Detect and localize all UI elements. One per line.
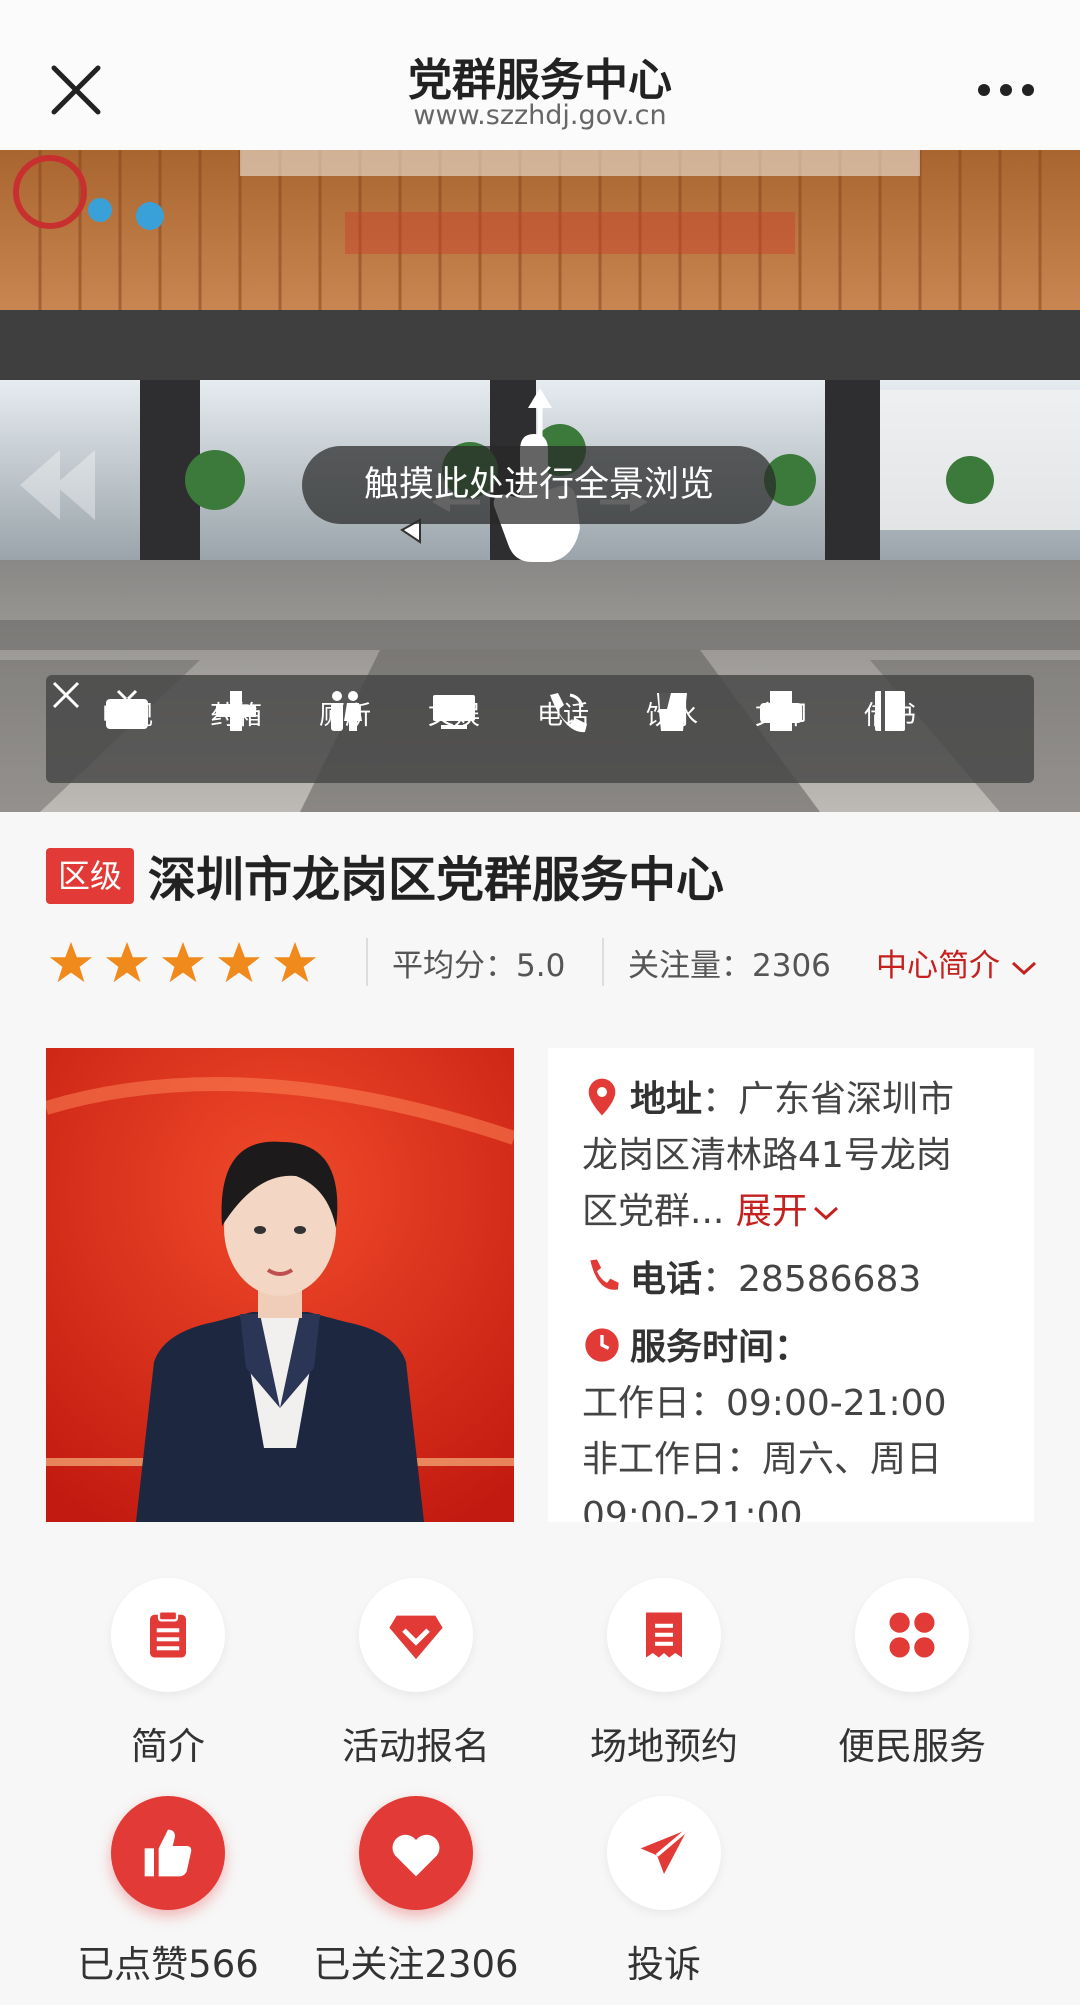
star-icon — [49, 941, 93, 983]
star-icon — [105, 941, 149, 983]
diamond-check-icon — [389, 1615, 443, 1660]
facility-medical-kit[interactable]: 药箱 — [191, 689, 281, 732]
address-line-3: 区党群... 展开 — [582, 1184, 840, 1240]
paper-plane-icon — [640, 1828, 689, 1874]
monitor-icon — [433, 695, 475, 729]
phone-icon — [550, 693, 587, 733]
book-icon — [875, 691, 905, 731]
clipboard-icon — [150, 1610, 186, 1658]
facility-water[interactable]: 饮水 — [627, 689, 717, 732]
heart-icon — [392, 1834, 440, 1877]
facility-restroom[interactable]: 厕所 — [300, 689, 390, 732]
weekend-days: 非工作日：周六、周日 — [582, 1439, 943, 1480]
activity-signup-button[interactable]: 活动报名 — [296, 1578, 536, 1770]
follow-count: 关注量：2306 — [628, 948, 831, 984]
medical-kit-icon — [216, 691, 256, 731]
venue-booking-button[interactable]: 场地预约 — [544, 1578, 784, 1770]
page-title: 党群服务中心 — [408, 55, 672, 106]
address-line-2: 龙岗区清林路41号龙岗 — [582, 1135, 952, 1176]
intro-button[interactable]: 简介 — [48, 1578, 288, 1770]
level-badge: 区级 — [46, 848, 135, 904]
center-details-card: 地址：广东省深圳市 龙岗区清林路41号龙岗 区党群... 展开 电话：28586… — [548, 1048, 1034, 1522]
star-icon — [273, 941, 317, 983]
chevron-down-icon — [813, 1206, 838, 1221]
facility-toolbar: 电视 药箱 厕所 文娱 — [46, 675, 1034, 783]
printer-icon — [760, 691, 802, 731]
convenience-services-button[interactable]: 便民服务 — [792, 1578, 1032, 1770]
clock-icon — [585, 1328, 619, 1362]
follow-button[interactable]: 已关注2306 — [296, 1796, 536, 1988]
average-score: 平均分：5.0 — [392, 948, 566, 984]
star-icon — [161, 941, 205, 983]
chevron-down-icon — [1011, 961, 1036, 975]
page-url: www.szzhdj.gov.cn — [413, 100, 667, 131]
facility-phone[interactable]: 电话 — [518, 689, 608, 733]
ticket-icon — [646, 1612, 682, 1658]
workday-hours: 工作日：09:00-21:00 — [582, 1383, 947, 1424]
divider — [602, 938, 604, 986]
weekend-hours: 09:00-21:00 — [582, 1495, 803, 1522]
center-intro-link[interactable]: 中心简介 — [876, 940, 1038, 985]
panorama-hint[interactable]: 触摸此处进行全景浏览 — [302, 446, 776, 524]
complaint-button[interactable]: 投诉 — [544, 1796, 784, 1988]
facility-printer[interactable]: 文印 — [736, 689, 826, 732]
address-row: 地址：广东省深圳市 — [582, 1072, 954, 1128]
location-pin-icon — [588, 1078, 616, 1116]
facility-entertainment[interactable]: 文娱 — [409, 689, 499, 732]
more-options-icon[interactable] — [976, 72, 1036, 108]
water-icon — [657, 693, 687, 731]
restroom-icon — [331, 691, 362, 731]
facility-tv[interactable]: 电视 — [82, 689, 172, 732]
star-icon — [217, 941, 261, 983]
like-button[interactable]: 已点赞566 — [48, 1796, 288, 1988]
facility-book[interactable]: 借书 — [845, 689, 935, 732]
thumbs-up-icon — [144, 1829, 192, 1877]
virtual-host-video[interactable] — [46, 1048, 514, 1522]
phone-icon — [590, 1259, 619, 1290]
top-navigation-bar: 党群服务中心 www.szzhdj.gov.cn — [0, 0, 1080, 150]
star-rating — [48, 940, 328, 990]
divider — [366, 938, 368, 986]
phone-row[interactable]: 电话：28586683 — [582, 1252, 921, 1308]
center-info-section: 区级 深圳市龙岗区党群服务中心 平均分：5.0 关注量：2306 中心简介 地址… — [0, 812, 1080, 2005]
close-toolbar-icon[interactable] — [46, 675, 86, 715]
center-name: 深圳市龙岗区党群服务中心 — [148, 852, 725, 908]
tv-icon — [106, 689, 148, 729]
expand-address-link[interactable]: 展开 — [736, 1191, 840, 1232]
hours-row: 服务时间： — [582, 1320, 810, 1376]
panorama-viewer[interactable]: 触摸此处进行全景浏览 电视 药箱 厕所 — [0, 150, 1080, 812]
grid-icon — [889, 1612, 935, 1658]
